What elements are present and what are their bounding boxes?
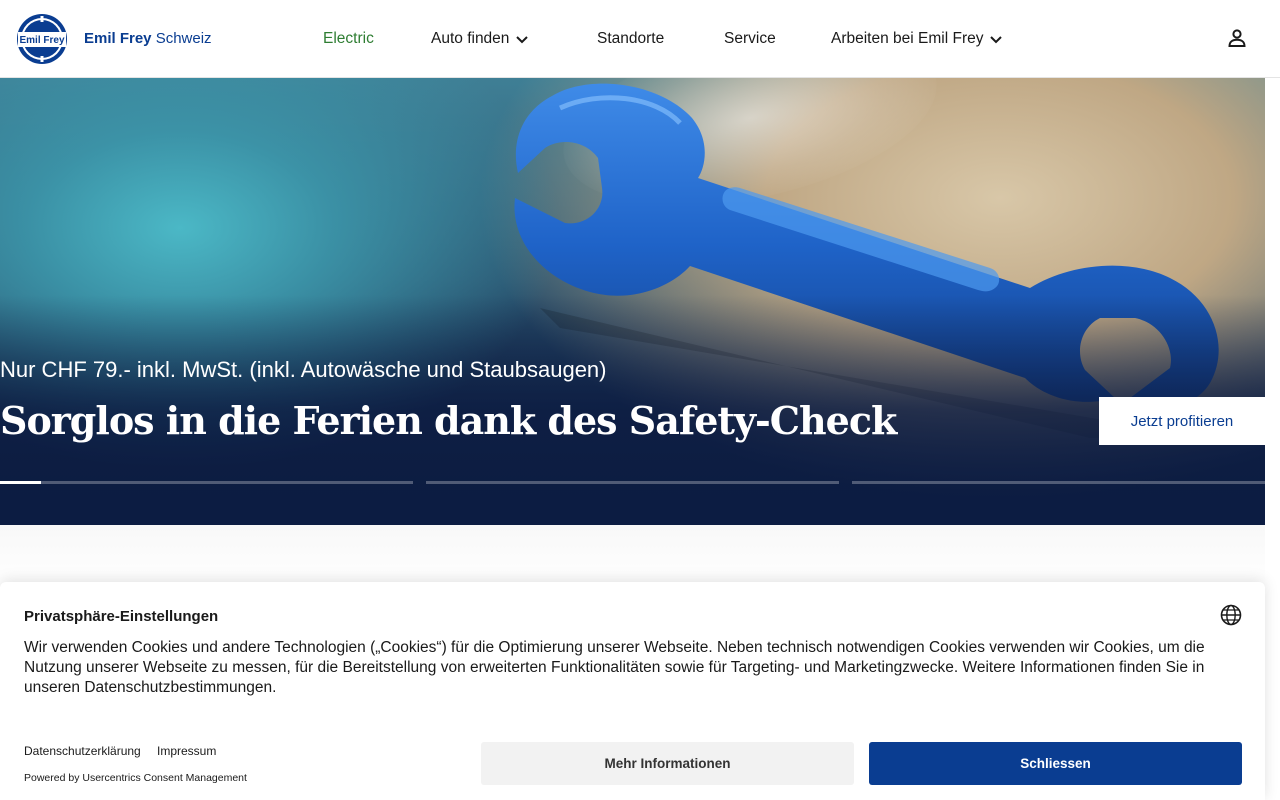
nav-electric[interactable]: Electric: [323, 30, 374, 48]
cookie-banner: Privatsphäre-Einstellungen Wir verwenden…: [0, 582, 1265, 800]
logo-text: Emil Frey: [19, 35, 64, 46]
nav-arbeiten-label: Arbeiten bei Emil Frey: [831, 30, 984, 47]
brand-name-country: Schweiz: [155, 30, 212, 47]
carousel-progress-fill: [0, 481, 42, 484]
powered-by-text: Powered by Usercentrics Consent Manageme…: [24, 772, 247, 784]
brand-name-bold: Emil Frey: [84, 30, 152, 47]
hero-subtitle: Nur CHF 79.- inkl. MwSt. (inkl. Autowäsc…: [0, 357, 607, 382]
nav-auto-finden-label: Auto finden: [431, 30, 510, 47]
nav-electric-label: Electric: [323, 30, 374, 47]
imprint-link[interactable]: Impressum: [157, 744, 216, 758]
hero-title: Sorglos in die Ferien dank des Safety-Ch…: [0, 398, 897, 443]
emil-frey-logo[interactable]: Emil Frey: [15, 13, 69, 65]
carousel-progress-2[interactable]: [426, 481, 839, 484]
globe-icon[interactable]: [1220, 604, 1242, 626]
cookie-description: Wir verwenden Cookies und andere Technol…: [24, 639, 1205, 696]
nav-service[interactable]: Service: [724, 30, 776, 48]
nav-standorte-label: Standorte: [597, 30, 665, 47]
cookie-title: Privatsphäre-Einstellungen: [24, 608, 219, 625]
nav-standorte[interactable]: Standorte: [597, 30, 664, 48]
site-header: Emil Frey Emil Frey Schweiz Electric Aut…: [0, 0, 1280, 78]
privacy-policy-link[interactable]: Datenschutzerklärung: [24, 744, 141, 758]
hero-cta-button[interactable]: Jetzt profitieren: [1099, 397, 1265, 445]
brand-name[interactable]: Emil Frey Schweiz: [84, 30, 212, 47]
nav-arbeiten[interactable]: Arbeiten bei Emil Frey: [831, 30, 1003, 48]
nav-auto-finden[interactable]: Auto finden: [431, 30, 529, 48]
content-area: [0, 525, 1265, 585]
chevron-down-icon: [516, 36, 529, 44]
carousel-progress-3[interactable]: [852, 481, 1265, 484]
more-information-button[interactable]: Mehr Informationen: [481, 742, 854, 785]
carousel-progress-1[interactable]: [0, 481, 413, 484]
hero-carousel: Nur CHF 79.- inkl. MwSt. (inkl. Autowäsc…: [0, 78, 1265, 525]
nav-service-label: Service: [724, 30, 776, 47]
close-button[interactable]: Schliessen: [869, 742, 1242, 785]
user-icon[interactable]: [1227, 28, 1247, 48]
chevron-down-icon: [990, 36, 1003, 44]
